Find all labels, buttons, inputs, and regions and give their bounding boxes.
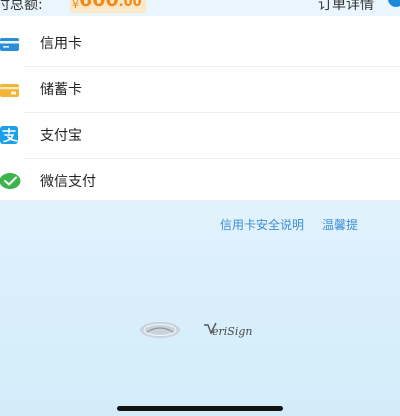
payment-method-wechat-pay[interactable]: 微信支付 [0,158,400,204]
total-amount-badge: ¥600.00 [70,0,146,13]
amount-integer: 600 [79,0,119,11]
payment-method-label: 信用卡 [40,36,82,52]
payment-method-debit-card[interactable]: 储蓄卡 [0,66,400,112]
svg-text:eriSign: eriSign [212,325,252,338]
order-detail-link[interactable]: 订单详情 [318,0,374,13]
security-seal-icon [138,320,182,344]
payment-method-label: 储蓄卡 [40,82,82,98]
credit-card-icon [0,34,20,54]
home-indicator [117,406,283,411]
payment-method-list: 信用卡 储蓄卡 支付宝 微信支付 [0,16,400,201]
amount-decimal: .00 [118,0,142,10]
alipay-icon [0,125,20,145]
total-amount-label: 付总额: [0,0,43,13]
debit-card-icon [0,80,20,100]
credit-card-security-link[interactable]: 信用卡安全说明 [220,216,304,233]
warm-tips-link[interactable]: 温馨提 [322,216,358,233]
currency-symbol: ¥ [72,0,79,11]
order-summary-bar: 付总额: ¥600.00 订单详情 [0,0,400,13]
wechat-pay-icon [0,171,21,191]
payment-method-credit-card[interactable]: 信用卡 [0,20,400,66]
verisign-logo: eriSign [203,322,275,344]
footer-links: 信用卡安全说明 温馨提 [220,216,358,233]
payment-method-alipay[interactable]: 支付宝 [0,112,400,158]
payment-method-label: 支付宝 [40,128,82,144]
payment-method-label: 微信支付 [40,174,96,190]
chevron-down-icon[interactable] [388,0,400,7]
